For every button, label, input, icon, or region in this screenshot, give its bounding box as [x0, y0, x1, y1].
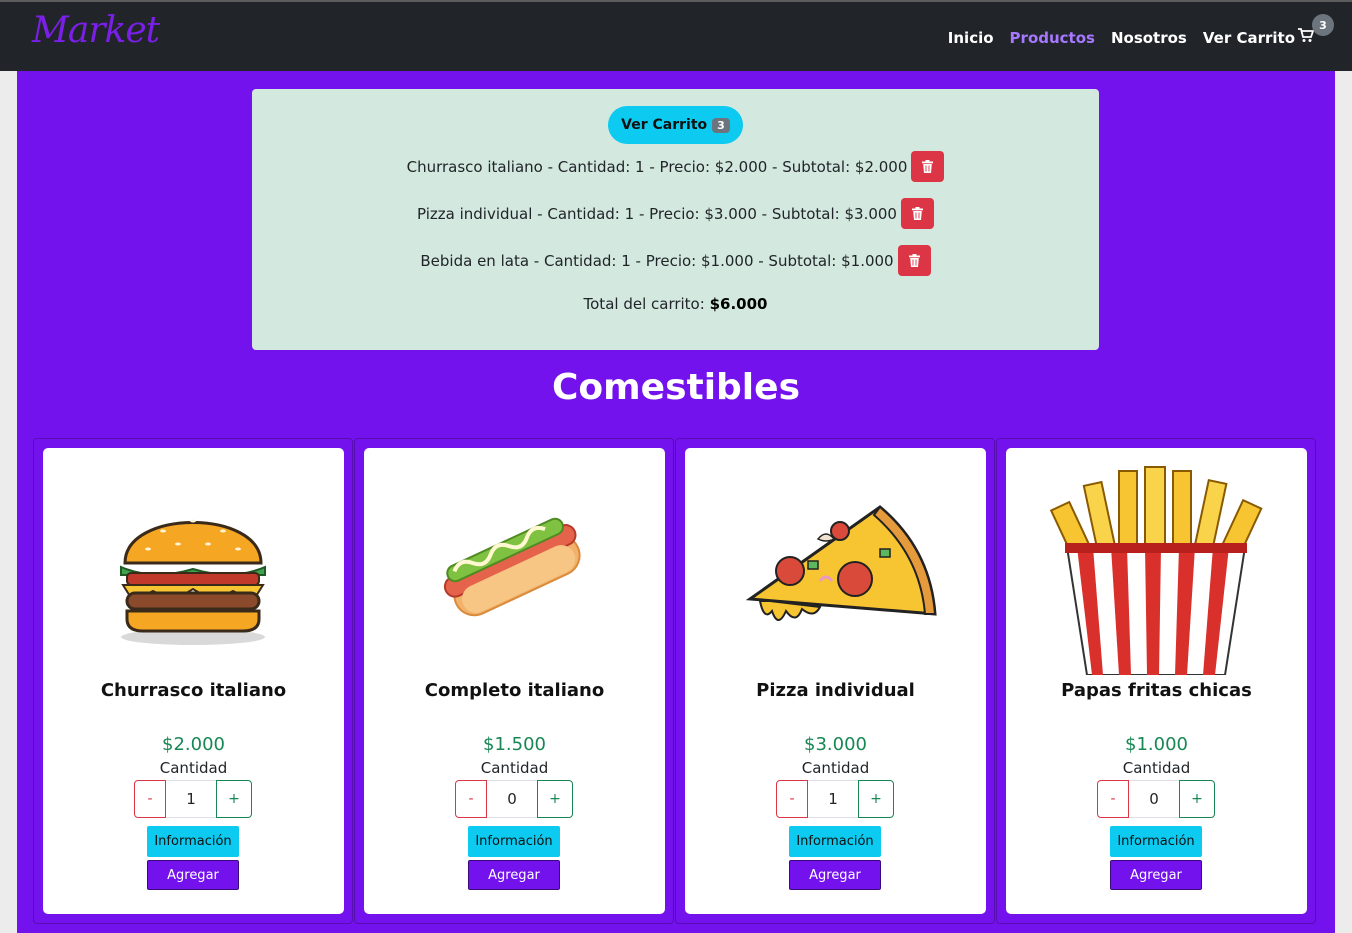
increase-button[interactable]: +	[858, 780, 894, 818]
cart-item: Pizza individual - Cantidad: 1 - Precio:…	[252, 198, 1099, 229]
increase-button[interactable]: +	[537, 780, 573, 818]
decrease-button[interactable]: -	[455, 780, 487, 818]
navbar: Market Inicio Productos Nosotros Ver Car…	[0, 0, 1352, 71]
product-image-pizza	[722, 463, 948, 675]
cart-item: Churrasco italiano - Cantidad: 1 - Preci…	[252, 151, 1099, 182]
ver-carrito-label: Ver Carrito	[621, 117, 708, 133]
product-title: Completo italiano	[424, 680, 605, 701]
product-card-outer: Pizza individual $3.000 Cantidad - 1 + I…	[675, 438, 995, 924]
trash-icon	[922, 160, 934, 173]
quantity-input[interactable]: 1	[166, 780, 216, 818]
nav-links: Inicio Productos Nosotros Ver Carrito 3	[948, 14, 1334, 47]
quantity-input[interactable]: 0	[1129, 780, 1179, 818]
info-button[interactable]: Información	[147, 826, 239, 857]
quantity-label: Cantidad	[801, 759, 870, 777]
product-card: Papas fritas chicas $1.000 Cantidad - 0 …	[1006, 448, 1307, 914]
quantity-stepper: - 1 +	[134, 780, 252, 818]
add-button[interactable]: Agregar	[1110, 860, 1202, 890]
quantity-label: Cantidad	[480, 759, 549, 777]
cart-panel: Ver Carrito 3 Churrasco italiano - Canti…	[252, 89, 1099, 350]
info-button[interactable]: Información	[1110, 826, 1202, 857]
product-card: Churrasco italiano $2.000 Cantidad - 1 +…	[43, 448, 344, 914]
cart-total: Total del carrito: $6.000	[252, 295, 1099, 313]
product-price: $3.000	[804, 734, 867, 755]
quantity-input[interactable]: 0	[487, 780, 537, 818]
cart-item-text: Pizza individual - Cantidad: 1 - Precio:…	[417, 204, 897, 223]
increase-button[interactable]: +	[216, 780, 252, 818]
trash-icon	[911, 207, 923, 220]
cart-total-label: Total del carrito:	[583, 295, 705, 313]
cart-total-value: $6.000	[709, 295, 768, 313]
cart-item-text: Churrasco italiano - Cantidad: 1 - Preci…	[406, 157, 908, 176]
product-image-hotdog	[401, 463, 627, 675]
product-card: Completo italiano $1.500 Cantidad - 0 + …	[364, 448, 665, 914]
trash-icon	[908, 254, 920, 267]
add-button[interactable]: Agregar	[147, 860, 239, 890]
nav-link-inicio[interactable]: Inicio	[948, 29, 994, 47]
info-button[interactable]: Información	[468, 826, 560, 857]
product-image-burger	[80, 463, 306, 675]
ver-carrito-button[interactable]: Ver Carrito 3	[608, 106, 743, 144]
quantity-stepper: - 1 +	[776, 780, 894, 818]
product-price: $1.500	[483, 734, 546, 755]
nav-link-ver-carrito[interactable]: Ver Carrito 3	[1202, 14, 1334, 47]
nav-link-nosotros[interactable]: Nosotros	[1111, 29, 1187, 47]
delete-item-button[interactable]	[911, 151, 945, 182]
quantity-stepper: - 0 +	[1097, 780, 1215, 818]
delete-item-button[interactable]	[900, 198, 934, 229]
decrease-button[interactable]: -	[1097, 780, 1129, 818]
product-card-outer: Churrasco italiano $2.000 Cantidad - 1 +…	[33, 438, 353, 924]
increase-button[interactable]: +	[1179, 780, 1215, 818]
quantity-label: Cantidad	[1122, 759, 1191, 777]
main-content: Ver Carrito 3 Churrasco italiano - Canti…	[17, 71, 1335, 933]
nav-link-productos[interactable]: Productos	[1010, 29, 1095, 47]
delete-item-button[interactable]	[897, 245, 931, 276]
product-card-outer: Papas fritas chicas $1.000 Cantidad - 0 …	[996, 438, 1316, 924]
quantity-stepper: - 0 +	[455, 780, 573, 818]
product-title: Pizza individual	[756, 680, 915, 701]
cart-icon	[1298, 28, 1315, 47]
quantity-label: Cantidad	[159, 759, 228, 777]
add-button[interactable]: Agregar	[789, 860, 881, 890]
info-button[interactable]: Información	[789, 826, 881, 857]
cart-item: Bebida en lata - Cantidad: 1 - Precio: $…	[252, 245, 1099, 276]
quantity-input[interactable]: 1	[808, 780, 858, 818]
cart-item-text: Bebida en lata - Cantidad: 1 - Precio: $…	[420, 251, 894, 270]
section-title: Comestibles	[551, 367, 800, 408]
product-price: $2.000	[162, 734, 225, 755]
add-button[interactable]: Agregar	[468, 860, 560, 890]
product-image-fries	[1043, 463, 1269, 675]
nav-cart-label: Ver Carrito	[1202, 28, 1295, 47]
nav-cart-badge: 3	[1312, 14, 1334, 36]
cart-count-badge: 3	[712, 117, 730, 133]
product-title: Churrasco italiano	[100, 680, 287, 701]
brand-logo[interactable]: Market	[32, 10, 160, 51]
product-card-outer: Completo italiano $1.500 Cantidad - 0 + …	[354, 438, 674, 924]
product-price: $1.000	[1125, 734, 1188, 755]
product-card: Pizza individual $3.000 Cantidad - 1 + I…	[685, 448, 986, 914]
decrease-button[interactable]: -	[776, 780, 808, 818]
decrease-button[interactable]: -	[134, 780, 166, 818]
product-title: Papas fritas chicas	[1061, 680, 1252, 701]
